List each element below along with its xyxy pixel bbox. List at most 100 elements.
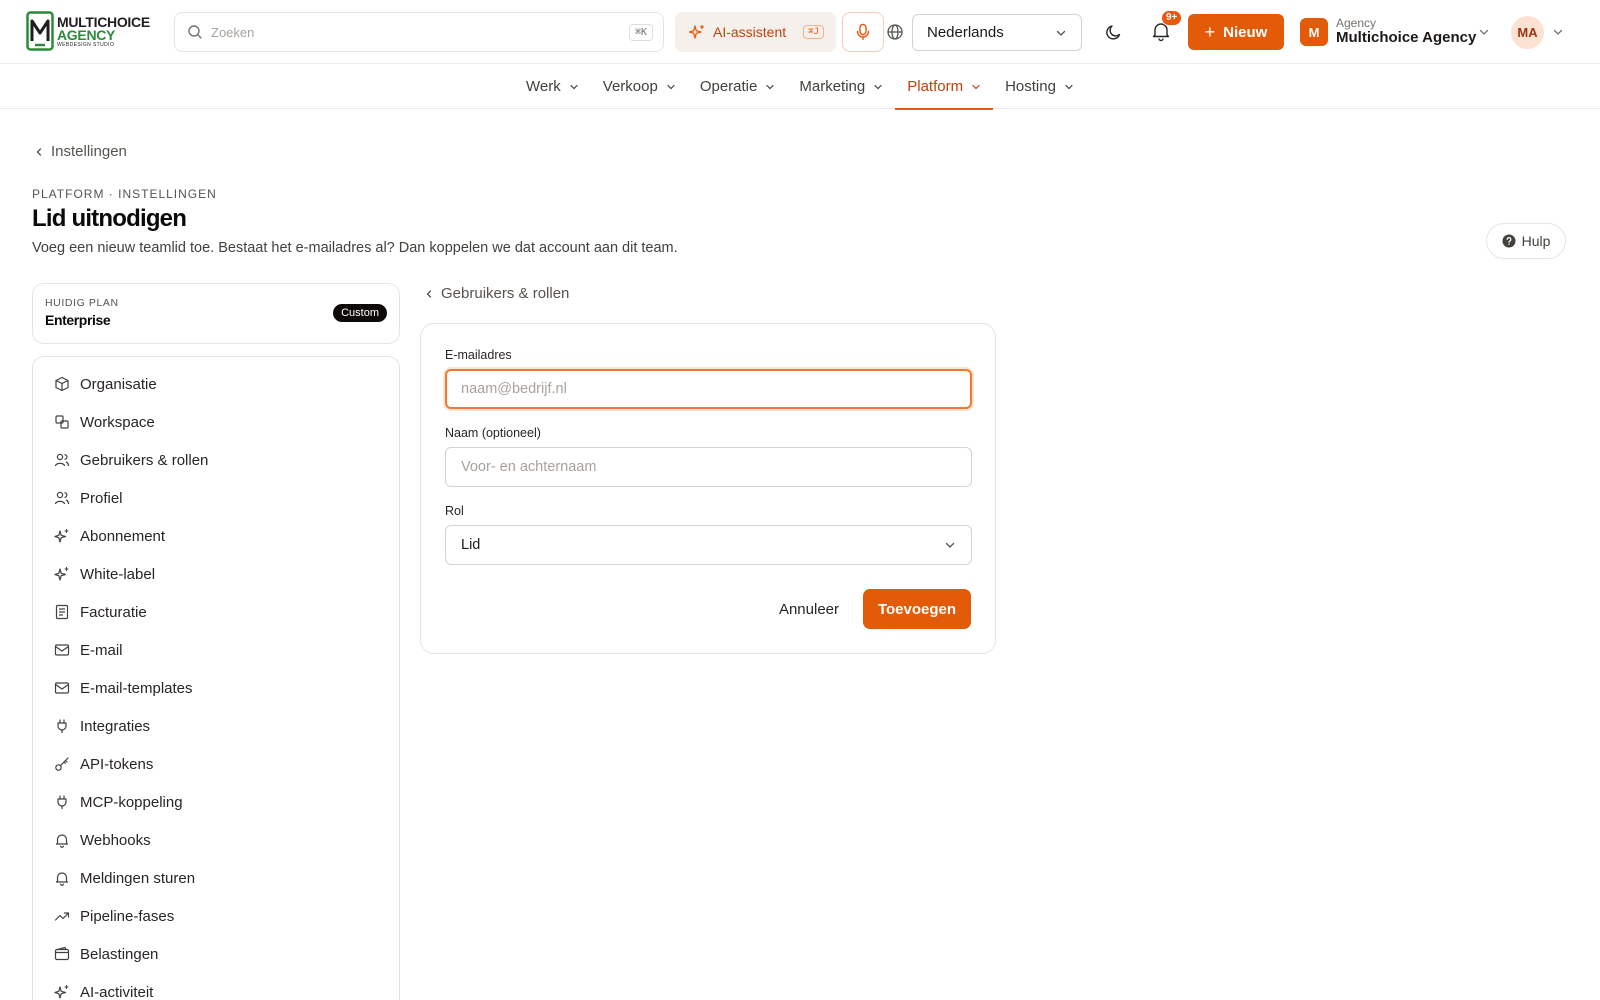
language-selected-value: Nederlands <box>927 24 1004 41</box>
agency-avatar: M <box>1300 18 1328 46</box>
sidebar-item-label: Profiel <box>80 489 123 507</box>
main-nav-items: Werk Verkoop Operatie Marketing Platform… <box>514 64 1086 110</box>
email-group: E-mailadres <box>445 348 972 409</box>
sidebar-item-e-mail[interactable]: E-mail <box>33 631 399 669</box>
settings-sidebar: Organisatie Workspace Gebruikers & rolle… <box>32 356 400 1000</box>
name-group: Naam (optioneel) <box>445 426 972 487</box>
current-plan-card: HUIDIG PLAN Enterprise Custom <box>32 283 400 344</box>
mail-icon <box>54 682 70 694</box>
sidebar-item-mcp-koppeling[interactable]: MCP-koppeling <box>33 783 399 821</box>
sidebar-item-e-mail-templates[interactable]: E-mail-templates <box>33 669 399 707</box>
voice-input-button[interactable] <box>842 12 884 52</box>
sidebar-item-label: E-mail <box>80 641 123 659</box>
cube-icon <box>55 376 69 392</box>
role-selected-value: Lid <box>461 537 481 553</box>
new-button-label: Nieuw <box>1223 23 1268 41</box>
search-input[interactable] <box>211 24 629 40</box>
sidebar-item-belastingen[interactable]: Belastingen <box>33 935 399 973</box>
sidebar-item-abonnement[interactable]: Abonnement <box>33 517 399 555</box>
sidebar-item-profiel[interactable]: Profiel <box>33 479 399 517</box>
cancel-button[interactable]: Annuleer <box>763 591 855 628</box>
brand-wordmark: MULTICHOICE AGENCY WEBDESIGN STUDIO <box>57 15 150 48</box>
users-icon <box>54 453 70 467</box>
back-to-users-link[interactable]: Gebruikers & rollen <box>424 285 569 302</box>
chevron-down-icon <box>874 84 882 89</box>
nav-item-platform[interactable]: Platform <box>895 64 993 110</box>
role-label: Rol <box>445 504 464 518</box>
sidebar-item-integraties[interactable]: Integraties <box>33 707 399 745</box>
bell-icon <box>55 834 69 848</box>
plug-icon <box>57 795 67 809</box>
brand-line-3: WEBDESIGN STUDIO <box>57 41 115 48</box>
sparkle-icon <box>54 984 69 999</box>
help-circle-icon <box>1502 234 1516 248</box>
sparkle-icon <box>54 566 69 581</box>
sidebar-item-webhooks[interactable]: Webhooks <box>33 821 399 859</box>
sidebar-item-label: Meldingen sturen <box>80 869 196 887</box>
sidebar-item-workspace[interactable]: Workspace <box>33 403 399 441</box>
role-select[interactable]: Lid <box>445 525 972 565</box>
sidebar-item-api-tokens[interactable]: API-tokens <box>33 745 399 783</box>
key-icon <box>55 757 69 771</box>
back-link-label: Instellingen <box>51 143 127 160</box>
microphone-icon <box>856 23 870 41</box>
sparkle-icon <box>689 24 705 39</box>
sidebar-item-facturatie[interactable]: Facturatie <box>33 593 399 631</box>
chevron-down-icon <box>667 84 675 89</box>
chevron-down-icon <box>972 84 980 89</box>
ai-assistant-shortcut: ⌘J <box>803 25 824 39</box>
chevron-down-icon[interactable] <box>1552 26 1564 38</box>
sidebar-item-label: E-mail-templates <box>80 679 193 697</box>
chevron-down-icon <box>1065 84 1073 89</box>
brand-line-2: AGENCY <box>57 26 116 43</box>
nav-item-label: Werk <box>526 78 561 95</box>
back-to-settings-link[interactable]: Instellingen <box>34 143 127 160</box>
sidebar-item-pipeline-fases[interactable]: Pipeline-fases <box>33 897 399 935</box>
agency-name: Multichoice Agency <box>1336 29 1477 47</box>
receipt-icon <box>55 604 69 620</box>
name-label: Naam (optioneel) <box>445 426 541 440</box>
nav-item-operatie[interactable]: Operatie <box>688 64 788 109</box>
user-avatar[interactable]: MA <box>1511 16 1544 49</box>
sidebar-item-label: Facturatie <box>80 603 147 621</box>
email-field[interactable] <box>445 369 972 409</box>
nav-item-werk[interactable]: Werk <box>514 64 591 109</box>
nav-item-hosting[interactable]: Hosting <box>993 64 1086 109</box>
nav-item-marketing[interactable]: Marketing <box>787 64 895 109</box>
bell-icon <box>55 872 69 886</box>
sidebar-item-organisatie[interactable]: Organisatie <box>33 365 399 403</box>
sidebar-item-label: Organisatie <box>80 375 157 393</box>
new-button[interactable]: + Nieuw <box>1188 14 1284 50</box>
sidebar-item-gebruikers-rollen[interactable]: Gebruikers & rollen <box>33 441 399 479</box>
main-nav: Werk Verkoop Operatie Marketing Platform… <box>0 64 1600 110</box>
search-icon <box>188 25 202 39</box>
add-member-button[interactable]: Toevoegen <box>863 589 971 629</box>
sidebar-item-label: API-tokens <box>80 755 154 773</box>
wallet-icon <box>54 946 70 961</box>
sidebar-item-label: MCP-koppeling <box>80 793 183 811</box>
form-actions: Annuleer Toevoegen <box>445 589 971 629</box>
sidebar-item-label: Abonnement <box>80 527 166 545</box>
chevron-left-icon <box>426 289 432 298</box>
mail-icon <box>54 644 70 656</box>
moon-icon[interactable] <box>1104 22 1124 42</box>
chevron-down-icon <box>1479 29 1489 35</box>
name-field[interactable] <box>445 447 972 487</box>
nav-item-verkoop[interactable]: Verkoop <box>591 64 688 109</box>
help-button[interactable]: Hulp <box>1486 223 1566 259</box>
sidebar-item-label: White-label <box>80 565 156 583</box>
sidebar-item-white-label[interactable]: White-label <box>33 555 399 593</box>
search-box[interactable]: ⌘K <box>174 12 664 52</box>
sidebar-item-meldingen-sturen[interactable]: Meldingen sturen <box>33 859 399 897</box>
brand-logo[interactable]: MULTICHOICE AGENCY WEBDESIGN STUDIO <box>26 11 158 51</box>
sidebar-item-ai-activiteit[interactable]: AI-activiteit <box>33 973 399 1000</box>
language-select[interactable]: Nederlands <box>912 14 1082 51</box>
top-bar: MULTICHOICE AGENCY WEBDESIGN STUDIO ⌘K A… <box>0 0 1600 64</box>
sidebar-item-label: Belastingen <box>80 945 159 963</box>
invite-member-form: E-mailadres Naam (optioneel) Rol Lid Ann… <box>420 323 996 654</box>
agency-switcher[interactable]: M Agency Multichoice Agency <box>1300 14 1490 50</box>
help-button-label: Hulp <box>1521 233 1551 249</box>
ai-assistant-button[interactable]: AI-assistent ⌘J <box>675 12 836 52</box>
nav-item-label: Verkoop <box>602 78 658 95</box>
breadcrumb: PLATFORM · INSTELLINGEN <box>32 187 217 201</box>
